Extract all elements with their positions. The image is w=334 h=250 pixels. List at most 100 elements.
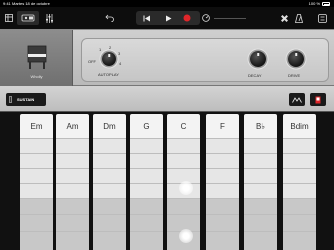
undo-icon[interactable] [102,11,116,25]
strip-segment[interactable] [283,153,316,168]
strip-segment[interactable] [93,168,126,183]
drive-label: DRIVE [288,73,301,78]
strip-segment[interactable] [56,214,89,231]
strip-segment[interactable] [206,214,239,231]
chord-name: Em [20,114,53,138]
strip-segment[interactable] [20,214,53,231]
chord-strip[interactable]: G [130,114,163,250]
status-bar: 9:41 Martes 18 de octubre 100 % [0,0,334,7]
strip-segment[interactable] [283,183,316,198]
strip-segment[interactable] [130,153,163,168]
mixer-icon[interactable] [42,11,56,25]
strip-segment[interactable] [206,168,239,183]
strip-segment[interactable] [283,138,316,153]
menu-icon[interactable] [316,11,328,25]
strip-segment[interactable] [206,153,239,168]
strip-segment[interactable] [244,138,277,153]
strip-segment[interactable] [206,183,239,198]
autoplay-pos-2: 2 [109,45,112,50]
autoplay-pos-4: 4 [119,61,122,66]
record-icon[interactable] [182,14,192,22]
strip-segment[interactable] [93,183,126,198]
strip-segment[interactable] [130,214,163,231]
chord-name: B♭ [244,114,277,138]
strip-segment[interactable] [283,231,316,250]
controls-panel: OFF 1 2 3 4 AUTOPLAY DECAY DRIVE [81,38,329,82]
battery-icon [322,1,330,6]
chord-name: F [206,114,239,138]
chord-name: C [167,114,200,138]
autoplay-knob[interactable] [102,52,116,66]
strip-segment[interactable] [93,231,126,250]
notes-mode-icon [315,96,321,103]
decay-knob[interactable] [250,51,266,67]
strip-segment[interactable] [56,198,89,214]
strip-segment[interactable] [244,214,277,231]
strip-segment[interactable] [20,153,53,168]
status-right: 100 % [309,1,330,6]
strip-segment[interactable] [130,138,163,153]
strip-segment[interactable] [56,231,89,250]
autoplay-label: AUTOPLAY [98,72,119,77]
strip-segment[interactable] [244,198,277,214]
instrument-thumbnail[interactable]: Wholly [0,30,73,87]
strip-segment[interactable] [130,183,163,198]
strip-segment[interactable] [130,168,163,183]
chord-strip[interactable]: B♭ [244,114,277,250]
chord-name: G [130,114,163,138]
chord-strip[interactable]: Dm [93,114,126,250]
settings-icon[interactable] [278,11,290,25]
sustain-row: SUSTAIN [0,86,334,112]
notes-mode-button[interactable] [310,93,326,106]
strip-segment[interactable] [130,231,163,250]
strip-segment[interactable] [20,231,53,250]
instrument-header: Wholly OFF 1 2 3 4 AUTOPLAY DECAY DRIVE [0,29,334,87]
instrument-name: Wholly [30,74,43,79]
strip-segment[interactable] [56,168,89,183]
strip-segment[interactable] [20,183,53,198]
touch-indicator [179,229,193,243]
strip-segment[interactable] [167,198,200,214]
strip-segment[interactable] [20,168,53,183]
strip-segment[interactable] [167,153,200,168]
strip-segment[interactable] [283,168,316,183]
strips-mode-icon [292,96,302,103]
strip-segment[interactable] [283,198,316,214]
sustain-button[interactable]: SUSTAIN [6,93,46,106]
chord-strip[interactable]: Am [56,114,89,250]
transport-controls [136,11,200,25]
strip-segment[interactable] [244,231,277,250]
strip-segment[interactable] [244,168,277,183]
metronome-icon[interactable] [293,11,305,25]
strip-segment[interactable] [244,153,277,168]
drive-knob[interactable] [288,51,304,67]
chord-strip[interactable]: Bdim [283,114,316,250]
strip-segment[interactable] [206,198,239,214]
strip-segment[interactable] [167,138,200,153]
chord-name: Dm [93,114,126,138]
strip-segment[interactable] [56,153,89,168]
strip-segment[interactable] [56,183,89,198]
strip-segment[interactable] [93,138,126,153]
strip-segment[interactable] [206,138,239,153]
tracks-view-icon[interactable] [17,11,39,25]
strip-segment[interactable] [20,198,53,214]
strip-segment[interactable] [93,214,126,231]
strip-segment[interactable] [93,198,126,214]
strip-segment[interactable] [20,138,53,153]
strip-segment[interactable] [206,231,239,250]
chord-strip[interactable]: F [206,114,239,250]
chord-strip[interactable]: Em [20,114,53,250]
strip-segment[interactable] [283,214,316,231]
strip-segment[interactable] [244,183,277,198]
control-bar [0,7,334,29]
play-icon[interactable] [163,14,173,22]
tempo-icon[interactable] [200,11,212,25]
strip-segment[interactable] [56,138,89,153]
strip-segment[interactable] [130,198,163,214]
chord-strips-button[interactable] [289,93,305,106]
playhead-track[interactable] [214,18,246,19]
rewind-icon[interactable] [142,14,152,22]
browser-icon[interactable] [4,11,14,25]
strip-segment[interactable] [93,153,126,168]
